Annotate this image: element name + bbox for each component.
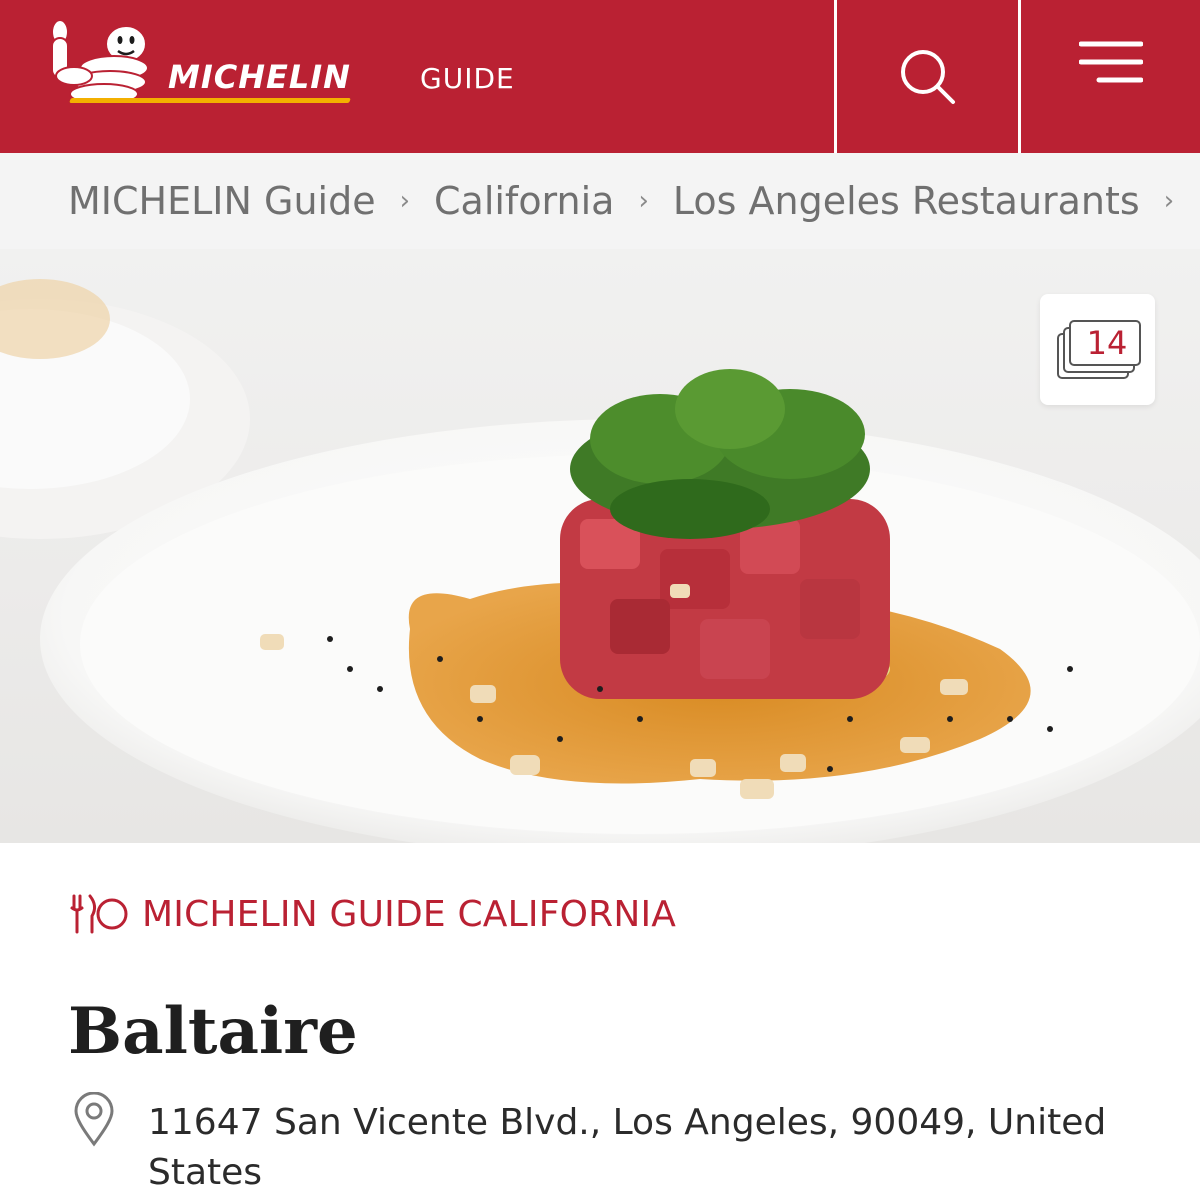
michelin-guide-logo[interactable]: MICHELIN GUIDE — [40, 18, 540, 118]
chevron-right-icon: › — [399, 186, 410, 216]
hamburger-menu-icon — [1078, 41, 1143, 82]
search-icon — [900, 49, 955, 104]
menu-button[interactable] — [1021, 0, 1200, 153]
search-button[interactable] — [837, 0, 1018, 153]
breadcrumb-california[interactable]: California — [434, 179, 614, 223]
guide-category: MICHELIN GUIDE CALIFORNIA — [68, 892, 676, 936]
site-header: MICHELIN GUIDE — [0, 0, 1200, 153]
logo-underline — [69, 98, 351, 103]
michelin-man-icon — [51, 19, 149, 105]
breadcrumb-michelin-guide[interactable]: MICHELIN Guide — [68, 179, 376, 223]
category-label[interactable]: MICHELIN GUIDE CALIFORNIA — [142, 894, 676, 935]
logo-guide-text: GUIDE — [420, 62, 515, 95]
chevron-right-icon: › — [638, 186, 649, 216]
hero-image[interactable]: 14 — [0, 249, 1200, 843]
breadcrumb: MICHELIN Guide › California › Los Angele… — [0, 153, 1200, 249]
breadcrumb-los-angeles-restaurants[interactable]: Los Angeles Restaurants — [673, 179, 1140, 223]
dish-photo — [0, 279, 1200, 843]
address-text[interactable]: 11647 San Vicente Blvd., Los Angeles, 90… — [148, 1098, 1148, 1198]
restaurant-name: Baltaire — [68, 994, 358, 1069]
cutlery-plate-icon — [70, 894, 128, 934]
photo-gallery-button[interactable]: 14 — [1040, 294, 1155, 405]
logo-brand-text: MICHELIN — [168, 58, 351, 96]
location-pin-icon — [74, 1092, 114, 1147]
photo-count-value: 14 — [1086, 324, 1128, 362]
chevron-right-icon: › — [1163, 186, 1175, 216]
